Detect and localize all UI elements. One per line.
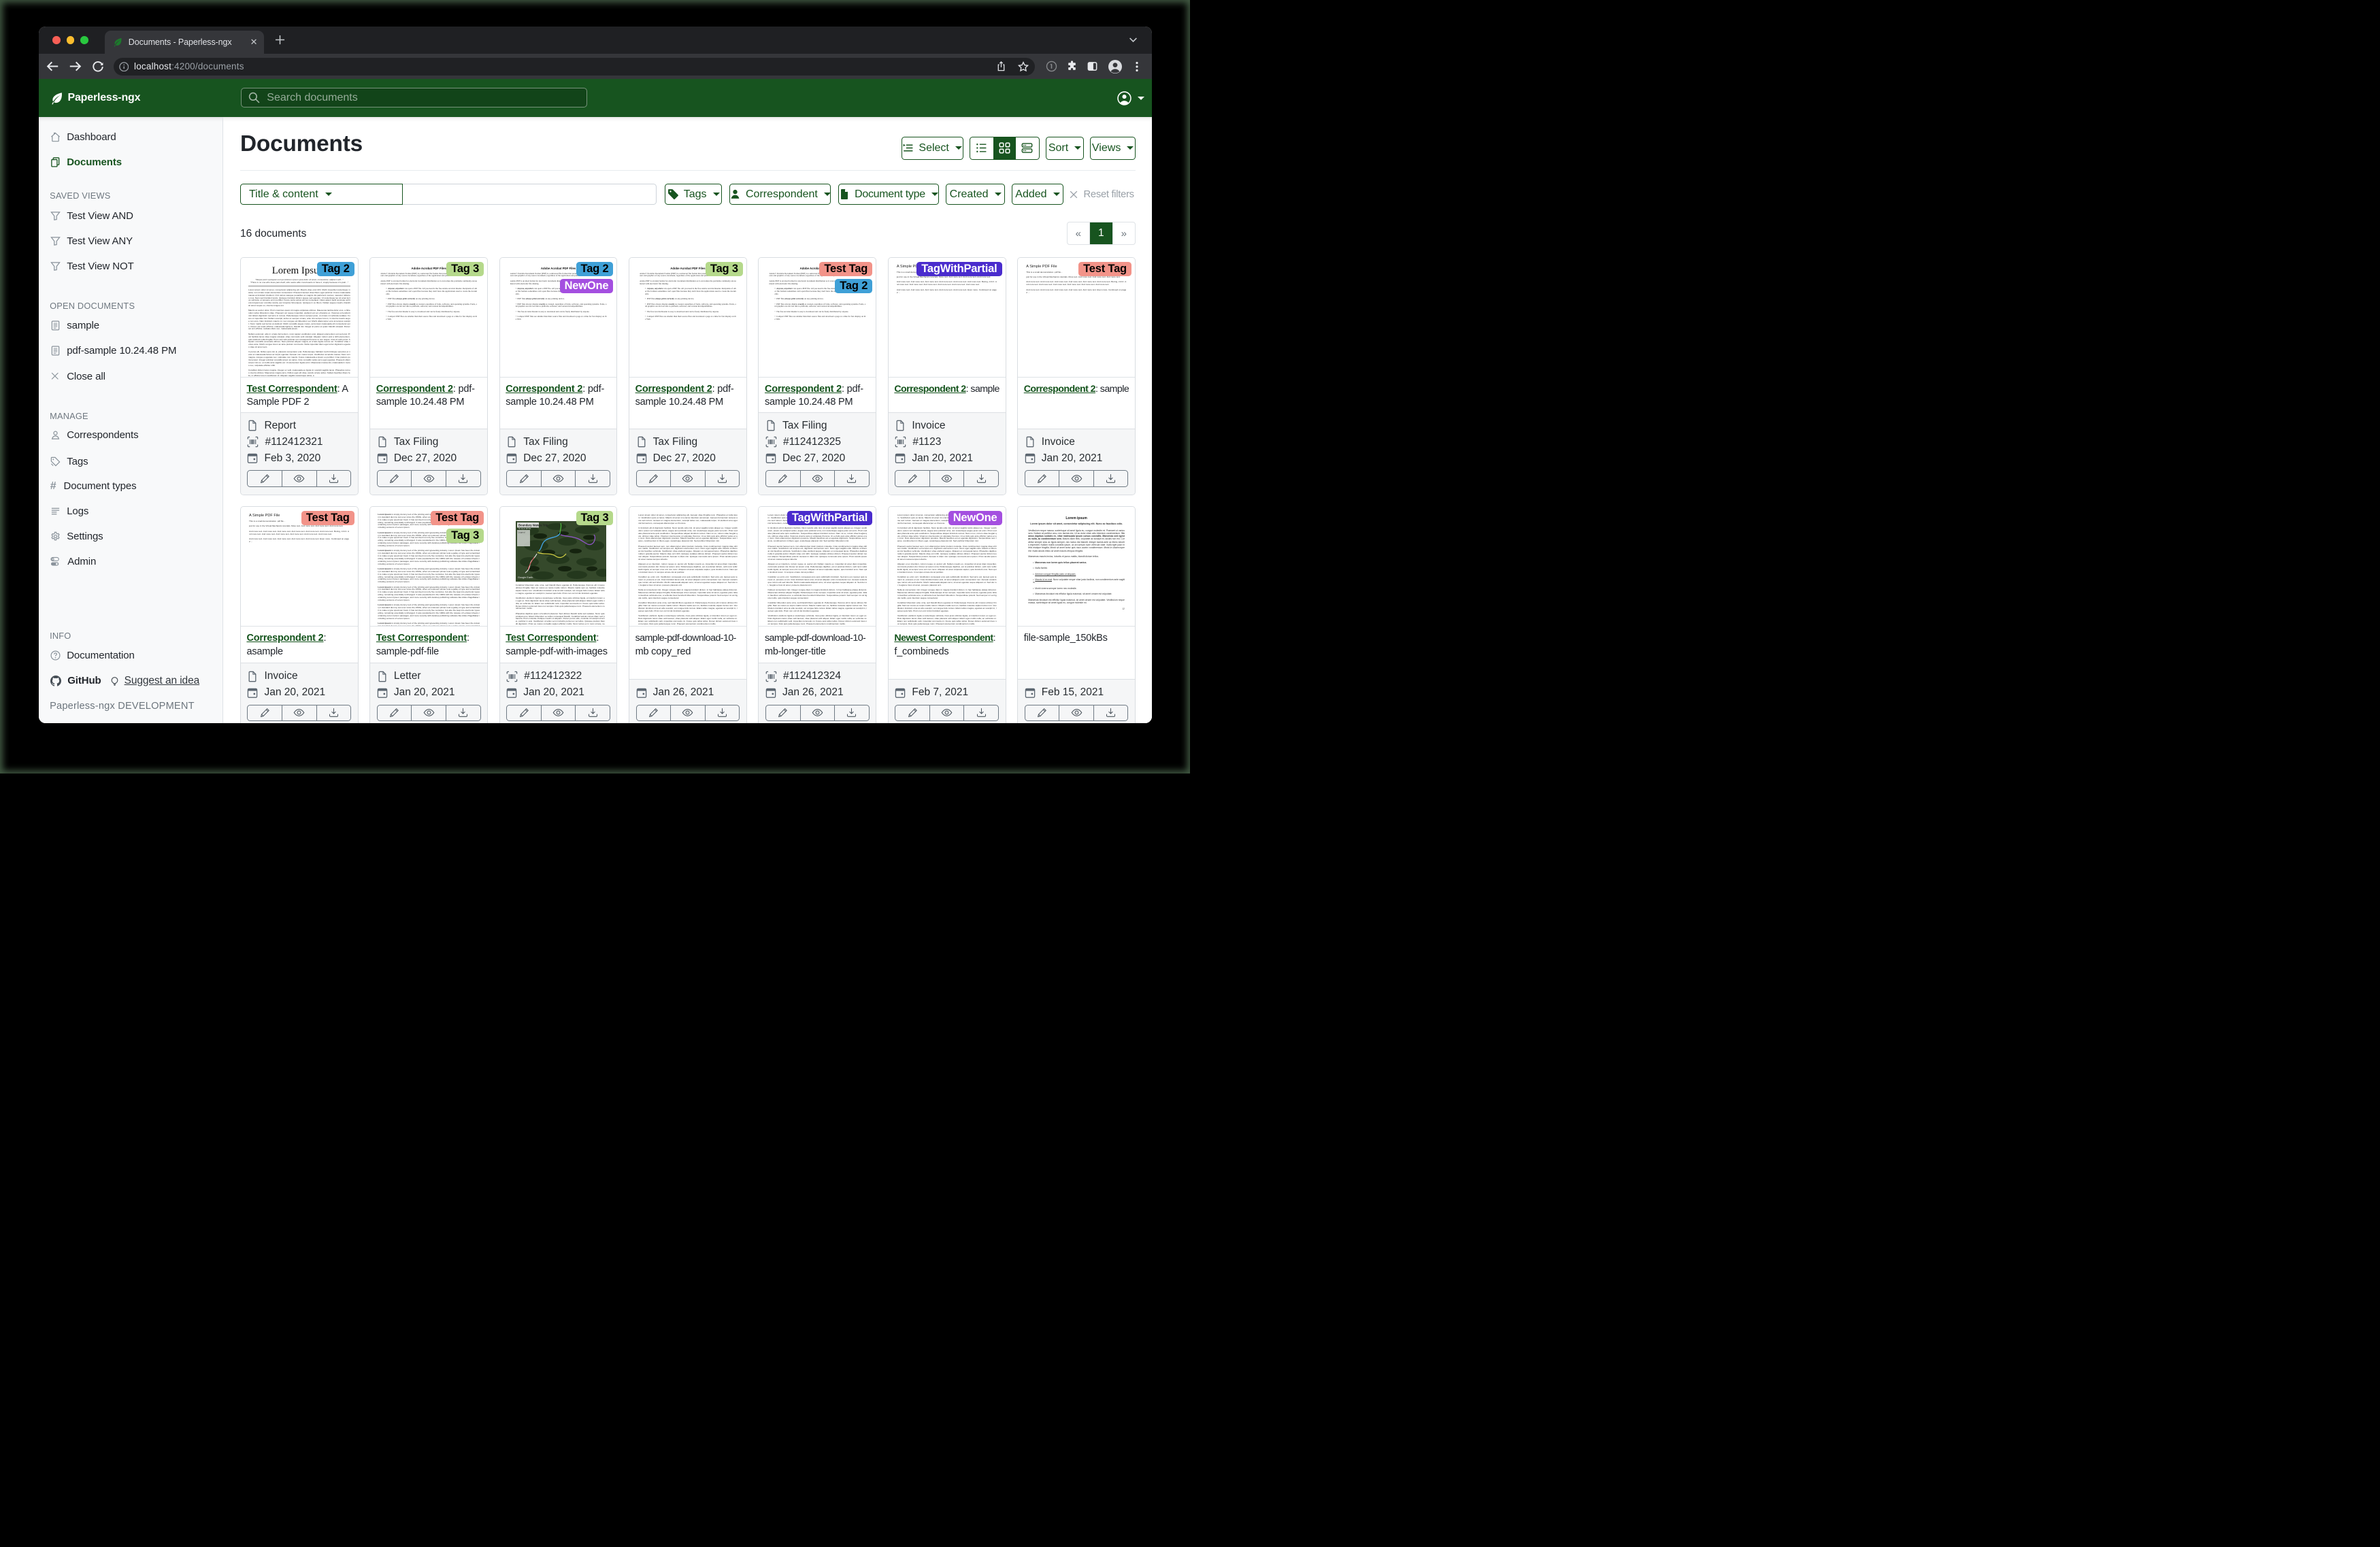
svg-text:Google Earth: Google Earth — [518, 576, 533, 579]
svg-text:Legend: Legend — [518, 531, 525, 534]
svg-text:Boundary Waters Trip: Boundary Waters Trip — [518, 523, 548, 527]
svg-text:for trip in MYCK: for trip in MYCK — [518, 527, 531, 530]
